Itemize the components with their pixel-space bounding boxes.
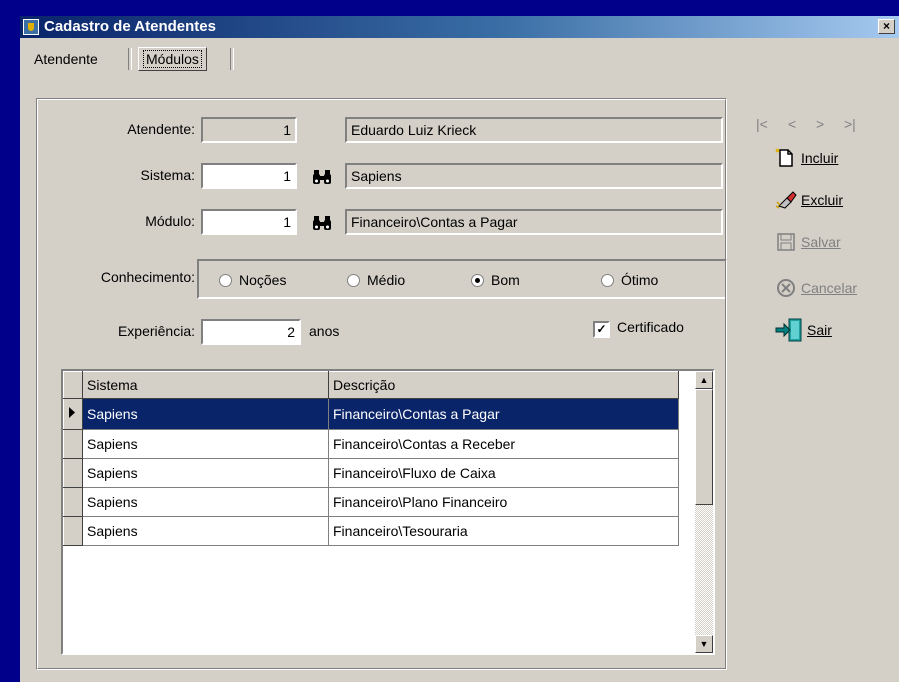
grid-header-row: Sistema Descrição <box>63 371 679 399</box>
row-indicator <box>63 516 83 546</box>
modulos-grid[interactable]: Sistema Descrição Sapiens Financeiro\Con… <box>61 369 715 655</box>
table-row[interactable]: Sapiens Financeiro\Tesouraria <box>63 516 679 546</box>
experiencia-label: Experiência: <box>117 323 195 339</box>
atendente-label: Atendente: <box>127 121 195 137</box>
grid-cell-descricao[interactable]: Financeiro\Plano Financeiro <box>328 487 679 517</box>
radio-circle <box>219 273 232 287</box>
nav-first-button[interactable]: |< <box>756 116 768 132</box>
grid-cell-sistema[interactable]: Sapiens <box>82 398 329 430</box>
cadastro-atendentes-window: Cadastro de Atendentes × Atendente Módul… <box>20 16 899 682</box>
tab-modulos[interactable]: Módulos <box>138 47 207 71</box>
radio-medio-label: Médio <box>367 272 406 288</box>
scroll-up-arrow-icon[interactable]: ▲ <box>695 371 713 389</box>
grid-header-indicator <box>63 371 83 399</box>
experiencia-input[interactable]: 2 <box>201 319 301 345</box>
certificado-label: Certificado <box>617 319 684 335</box>
grid-cell-sistema[interactable]: Sapiens <box>82 516 329 546</box>
tab-separator <box>230 48 234 70</box>
window-title: Cadastro de Atendentes <box>44 18 216 35</box>
modulo-label: Módulo: <box>145 213 195 229</box>
table-row[interactable]: Sapiens Financeiro\Contas a Pagar <box>63 398 679 430</box>
grid-table: Sistema Descrição Sapiens Financeiro\Con… <box>63 371 679 546</box>
radio-circle <box>601 273 614 287</box>
grid-cell-sistema[interactable]: Sapiens <box>82 458 329 488</box>
radio-otimo[interactable]: Ótimo <box>601 271 658 289</box>
sistema-name-field: Sapiens <box>345 163 723 189</box>
salvar-label: Salvar <box>801 234 841 250</box>
modulos-panel: Atendente: 1 Eduardo Luiz Krieck Sistema… <box>36 98 727 670</box>
nav-next-button[interactable]: > <box>816 116 824 132</box>
tab-separator <box>128 48 132 70</box>
scroll-down-arrow-icon[interactable]: ▼ <box>695 635 713 653</box>
row-selected-indicator <box>63 398 83 430</box>
row-pointer-icon <box>69 407 75 418</box>
conhecimento-radio-group: Noções Médio Bom Ótimo <box>197 259 727 299</box>
new-document-icon <box>775 148 793 167</box>
sair-label: Sair <box>807 322 832 338</box>
incluir-label: Incluir <box>801 150 839 166</box>
grid-header-descricao[interactable]: Descrição <box>328 371 679 399</box>
radio-bom[interactable]: Bom <box>471 271 520 289</box>
grid-cell-descricao[interactable]: Financeiro\Tesouraria <box>328 516 679 546</box>
close-button[interactable]: × <box>878 19 895 34</box>
table-row[interactable]: Sapiens Financeiro\Contas a Receber <box>63 429 679 459</box>
modulo-name-field: Financeiro\Contas a Pagar <box>345 209 723 235</box>
conhecimento-label: Conhecimento: <box>100 269 195 285</box>
radio-otimo-label: Ótimo <box>621 272 659 288</box>
radio-nocoes-label: Noções <box>239 272 287 288</box>
grid-cell-descricao[interactable]: Financeiro\Contas a Pagar <box>328 398 679 430</box>
nav-last-button[interactable]: >| <box>844 116 856 132</box>
scroll-thumb[interactable] <box>695 389 713 505</box>
floppy-disk-icon <box>777 233 795 251</box>
row-indicator <box>63 487 83 517</box>
atendente-name-field: Eduardo Luiz Krieck <box>345 117 723 143</box>
grid-cell-sistema[interactable]: Sapiens <box>82 429 329 459</box>
table-row[interactable]: Sapiens Financeiro\Plano Financeiro <box>63 487 679 517</box>
table-row[interactable]: Sapiens Financeiro\Fluxo de Caixa <box>63 458 679 488</box>
exit-door-icon <box>775 318 802 342</box>
binoculars-search-icon[interactable] <box>311 169 333 185</box>
radio-circle <box>347 273 360 287</box>
radio-circle-selected <box>471 273 484 287</box>
experiencia-unit: anos <box>309 323 340 339</box>
grid-cell-sistema[interactable]: Sapiens <box>82 487 329 517</box>
tab-atendente[interactable]: Atendente <box>28 46 104 72</box>
cancel-icon <box>777 279 795 297</box>
title-bar: Cadastro de Atendentes × <box>20 16 899 38</box>
grid-cell-descricao[interactable]: Financeiro\Contas a Receber <box>328 429 679 459</box>
excluir-label: Excluir <box>801 192 844 208</box>
app-shield-icon <box>23 19 39 35</box>
sistema-label: Sistema: <box>140 167 195 183</box>
nav-prior-button[interactable]: < <box>788 116 796 132</box>
radio-bom-label: Bom <box>491 272 520 288</box>
radio-medio[interactable]: Médio <box>347 271 405 289</box>
binoculars-search-icon[interactable] <box>311 215 333 231</box>
grid-vertical-scrollbar[interactable]: ▲ ▼ <box>695 371 713 653</box>
eraser-icon <box>775 191 797 209</box>
radio-nocoes[interactable]: Noções <box>219 271 286 289</box>
modulo-code-input[interactable]: 1 <box>201 209 297 235</box>
atendente-code-field: 1 <box>201 117 297 143</box>
certificado-checkbox[interactable]: ✓ <box>593 321 610 338</box>
cancelar-label: Cancelar <box>801 280 858 296</box>
grid-cell-descricao[interactable]: Financeiro\Fluxo de Caixa <box>328 458 679 488</box>
tab-modulos-label: Módulos <box>143 50 202 68</box>
sistema-code-input[interactable]: 1 <box>201 163 297 189</box>
row-indicator <box>63 429 83 459</box>
grid-header-sistema[interactable]: Sistema <box>82 371 329 399</box>
row-indicator <box>63 458 83 488</box>
